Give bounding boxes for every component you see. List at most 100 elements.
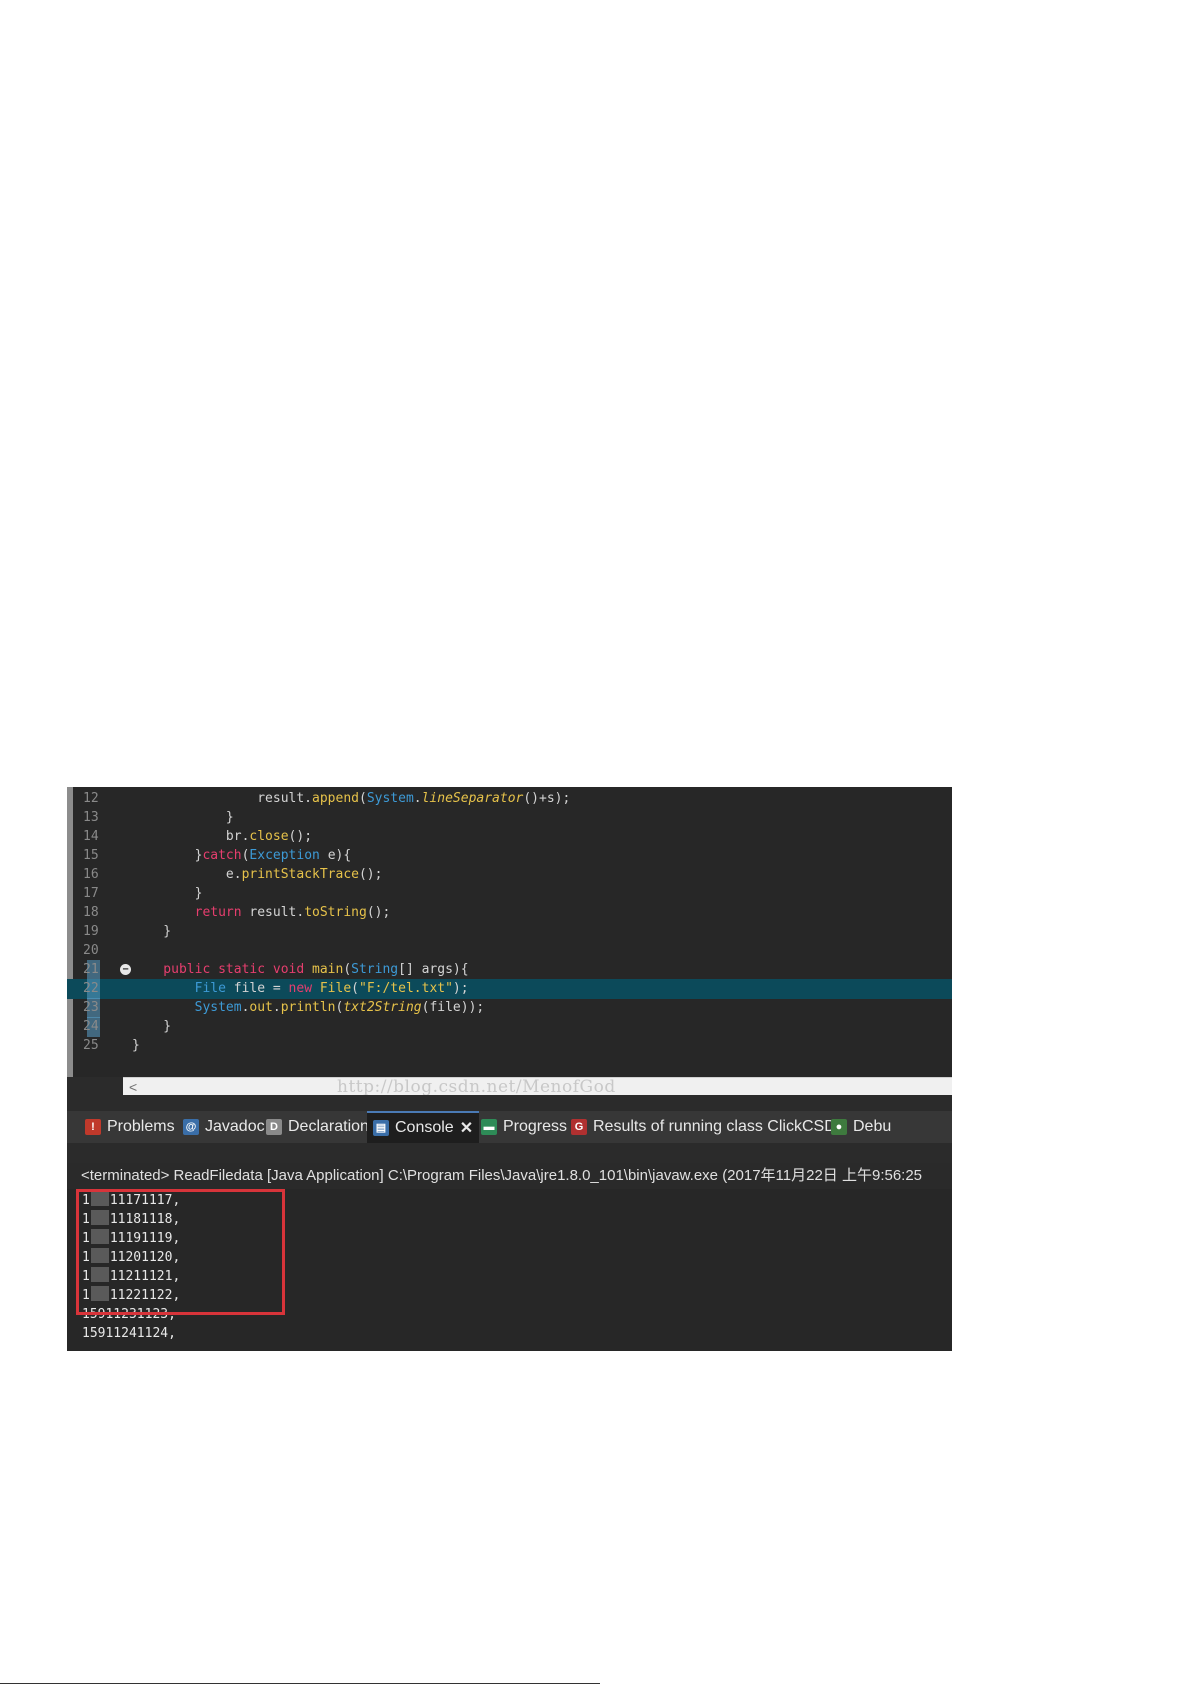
line-number: 12 [83, 791, 99, 806]
line-number: 23 [83, 1000, 99, 1015]
code-line[interactable]: 13 } [67, 808, 952, 828]
code-text: System.out.println(txt2String(file)); [132, 998, 485, 1018]
tab-javadoc[interactable]: @ Javadoc [177, 1111, 271, 1143]
line-number: 16 [83, 867, 99, 882]
tab-debu[interactable]: ● Debu [825, 1111, 897, 1143]
code-line[interactable]: 21 − public static void main(String[] arg… [67, 960, 952, 980]
tab-label: Results of running class ClickCSDN [593, 1118, 848, 1135]
code-text: br.close(); [132, 827, 312, 847]
close-icon[interactable]: ✕ [460, 1118, 473, 1138]
code-line[interactable]: 20 [67, 941, 952, 961]
highlight-annotation-box [76, 1189, 285, 1315]
code-token: ( [358, 791, 367, 806]
pane-separator [67, 1095, 952, 1111]
line-number: 19 [83, 924, 99, 939]
code-text: } [132, 808, 234, 828]
code-token: result. [132, 791, 313, 806]
code-token: (); [358, 867, 383, 882]
line-number: 24 [83, 1019, 99, 1034]
line-number: 20 [83, 943, 99, 958]
code-token: [] args){ [398, 962, 469, 977]
code-token: file = [225, 981, 289, 996]
console-toolbar [67, 1143, 952, 1163]
code-token: } [132, 1019, 172, 1034]
line-number: 15 [83, 848, 99, 863]
tab-progress[interactable]: ▬ Progress [475, 1111, 573, 1143]
code-token: Exception [249, 848, 320, 863]
code-token: System [366, 791, 414, 806]
code-token: File [319, 981, 352, 996]
code-token: main [312, 962, 344, 977]
console-status-line: <terminated> ReadFiledata [Java Applicat… [67, 1163, 952, 1189]
tab-results[interactable]: G Results of running class ClickCSDN [565, 1111, 853, 1143]
line-number: 17 [83, 886, 99, 901]
code-token: (); [288, 829, 313, 844]
code-line[interactable]: 17 } [67, 884, 952, 904]
scroll-left-icon[interactable]: < [129, 1078, 137, 1096]
code-token: out [249, 1000, 273, 1015]
tab-label: Debu [853, 1118, 892, 1135]
code-token: (); [366, 905, 391, 920]
code-token: toString [304, 905, 367, 920]
code-line[interactable]: 19 } [67, 922, 952, 942]
watermark: http://blog.csdn.net/MenofGod [337, 1077, 616, 1097]
code-token: println [280, 1000, 336, 1015]
code-token: } [132, 1038, 140, 1053]
console-text: 15911241124, [82, 1326, 176, 1341]
code-text: File file = new File("F:/tel.txt"); [132, 979, 469, 999]
code-token: String [351, 962, 399, 977]
code-token: "F:/tel.txt" [359, 981, 453, 996]
code-token: result. [241, 905, 305, 920]
code-text: result.append(System.lineSeparator()+s); [132, 789, 570, 809]
console-icon: ▤ [373, 1120, 389, 1136]
eclipse-screenshot: 12 result.append(System.lineSeparator()+… [67, 787, 952, 1351]
code-token: } [132, 848, 203, 863]
junit-results-icon: G [571, 1119, 587, 1135]
line-number: 22 [83, 981, 99, 996]
code-line[interactable]: 24 } [67, 1017, 952, 1037]
javadoc-icon: @ [183, 1119, 199, 1135]
tab-declaration[interactable]: D Declaration [260, 1111, 375, 1143]
code-text: }catch(Exception e){ [132, 846, 352, 866]
code-token: (file)); [421, 1000, 485, 1015]
console-output[interactable]: 1 11171117, 1 11181118, 1 11191119, 1 11201120,… [67, 1189, 952, 1351]
code-token: . [413, 791, 422, 806]
tab-console[interactable]: ▤ Console ✕ [367, 1111, 480, 1143]
fold-toggle-icon[interactable]: − [120, 964, 131, 975]
code-editor[interactable]: 12 result.append(System.lineSeparator()+… [67, 787, 952, 1077]
line-number: 25 [83, 1038, 99, 1053]
code-line[interactable]: 23 System.out.println(txt2String(file)); [67, 998, 952, 1018]
code-token: File [132, 981, 226, 996]
tab-label: Problems [107, 1118, 175, 1135]
code-text: } [132, 1017, 171, 1037]
code-token: new [288, 981, 320, 996]
code-line[interactable]: 16 e.printStackTrace(); [67, 865, 952, 885]
code-line[interactable]: 15 }catch(Exception e){ [67, 846, 952, 866]
code-token: ); [452, 981, 469, 996]
code-line[interactable]: 12 result.append(System.lineSeparator()+… [67, 789, 952, 809]
code-line[interactable]: 22 File file = new File("F:/tel.txt"); [67, 979, 952, 999]
console-line: 15911241124, [82, 1324, 176, 1343]
code-line[interactable]: 18 return result.toString(); [67, 903, 952, 923]
code-token: close [249, 829, 289, 844]
code-text: } [132, 922, 171, 942]
declaration-icon: D [266, 1119, 282, 1135]
tab-problems[interactable]: ! Problems [79, 1111, 181, 1143]
code-line[interactable]: 25} [67, 1036, 952, 1056]
line-number: 21 [83, 962, 99, 977]
code-token: append [312, 791, 359, 806]
code-token: txt2String [343, 1000, 422, 1015]
code-line[interactable]: 14 br.close(); [67, 827, 952, 847]
line-number: 13 [83, 810, 99, 825]
code-token: ( [343, 962, 352, 977]
page-bottom-rule [0, 1683, 600, 1684]
code-token: ( [351, 981, 359, 996]
tab-label: Javadoc [205, 1118, 265, 1135]
line-number: 14 [83, 829, 99, 844]
tab-label: Declaration [288, 1118, 369, 1135]
code-token: public static void [132, 962, 313, 977]
code-token: br. [132, 829, 250, 844]
problems-icon: ! [85, 1119, 101, 1135]
line-number: 18 [83, 905, 99, 920]
code-token: catch [202, 848, 242, 863]
